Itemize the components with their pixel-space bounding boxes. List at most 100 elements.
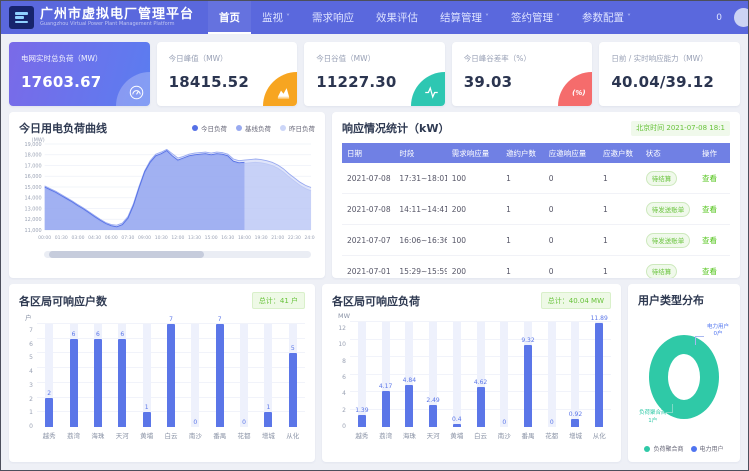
svg-text:12,000: 12,000 xyxy=(24,217,41,223)
legend-item-0[interactable]: 今日负荷 xyxy=(192,123,227,133)
x-tick-label: 白云 xyxy=(159,430,183,440)
svg-text:14,000: 14,000 xyxy=(24,196,41,202)
donut-legend-item-1[interactable]: 电力用户 xyxy=(691,444,724,453)
datazoom-thumb[interactable] xyxy=(49,251,204,258)
bar xyxy=(405,385,413,427)
nav-item-label: 需求响应 xyxy=(312,10,354,25)
bar-value-label: 5 xyxy=(275,345,311,352)
view-link[interactable]: 查看 xyxy=(702,205,717,214)
y-tick-label: 10 xyxy=(338,341,346,348)
kpi-card-peak-valley-rate: 今日峰谷差率（%）39.03(%) xyxy=(452,42,593,106)
legend-label: 电力用户 xyxy=(700,444,724,453)
y-tick-label: 8 xyxy=(342,358,346,365)
callout-line xyxy=(695,336,704,345)
legend-item-2[interactable]: 昨日负荷 xyxy=(280,123,315,133)
bar-column-3: 2.49 xyxy=(421,322,445,427)
bar-track xyxy=(548,322,556,427)
x-tick-label: 黄埔 xyxy=(134,430,158,440)
column-header-0: 日期 xyxy=(342,143,394,163)
donut-chart xyxy=(649,335,719,419)
nav-item-settlement-management[interactable]: 结算管理˅ xyxy=(429,1,500,34)
cell-invited: 1 xyxy=(501,225,544,256)
bar-column-4: 0.4 xyxy=(445,322,469,427)
app-header: 广州市虚拟电厂管理平台 Guangzhou Virtual Power Plan… xyxy=(1,1,748,34)
kpi-card-response-capability: 日前 / 实时响应能力（MW）40.04/39.12 xyxy=(599,42,740,106)
responsive-load-chart: MW 0246810121.394.174.842.490.44.6209.32… xyxy=(332,312,611,440)
bar-column-10: 5 xyxy=(281,324,305,427)
column-header-7: 操作 xyxy=(697,143,730,163)
nav-item-effect-evaluation[interactable]: 效果评估 xyxy=(365,1,429,34)
kpi-label: 日前 / 实时响应能力（MW） xyxy=(611,53,728,64)
datazoom-track[interactable] xyxy=(44,251,311,258)
y-tick-label: 6 xyxy=(342,374,346,381)
nav-item-label: 监视 xyxy=(262,10,283,25)
bar xyxy=(216,324,224,427)
bar-value-label: 11.89 xyxy=(581,315,617,322)
user-type-panel: 用户类型分布 电力用户 0户 负荷聚合商 1户 负荷聚合商电力用户 xyxy=(628,284,740,462)
x-axis: 越秀荔湾海珠天河黄埔白云南沙番禺花都增城从化 xyxy=(350,427,611,440)
kpi-card-today-valley: 今日谷值（MW）11227.30 xyxy=(304,42,445,106)
svg-text:10:30: 10:30 xyxy=(155,235,168,241)
chevron-down-icon: ˅ xyxy=(627,13,631,22)
svg-text:21:00: 21:00 xyxy=(271,235,284,241)
view-link[interactable]: 查看 xyxy=(702,267,717,276)
view-link[interactable]: 查看 xyxy=(702,174,717,183)
nav-item-demand-response[interactable]: 需求响应 xyxy=(301,1,365,34)
y-tick-label: 4 xyxy=(29,368,33,375)
bar xyxy=(382,391,390,427)
svg-text:07:30: 07:30 xyxy=(121,235,134,241)
y-tick-label: 4 xyxy=(342,390,346,397)
header-right: 0 xyxy=(716,8,740,27)
column-header-5: 应邀户数 xyxy=(598,143,641,163)
bar-column-6: 0 xyxy=(183,324,207,427)
y-tick-label: 3 xyxy=(29,382,33,389)
table-body: 2021-07-0817:31~18:01100101待结算查看2021-07-… xyxy=(342,163,730,278)
response-stats-title: 响应情况统计（kW） xyxy=(342,120,449,136)
kpi-card-today-peak: 今日峰值（MW）18415.52 xyxy=(157,42,298,106)
nav-item-home[interactable]: 首页 xyxy=(208,1,251,34)
x-tick-label: 增城 xyxy=(564,430,588,440)
svg-text:22:30: 22:30 xyxy=(288,235,301,241)
x-tick-label: 越秀 xyxy=(350,430,374,440)
view-link[interactable]: 查看 xyxy=(702,236,717,245)
app-title: 广州市虚拟电厂管理平台 xyxy=(40,8,194,22)
nav-item-contract-management[interactable]: 签约管理˅ xyxy=(500,1,571,34)
cell-responded_users: 1 xyxy=(598,163,641,194)
bar-column-0: 1.39 xyxy=(350,322,374,427)
user-avatar[interactable] xyxy=(734,8,749,27)
bar xyxy=(595,323,603,427)
cell-date: 2021-07-08 xyxy=(342,163,394,194)
app-logo-icon xyxy=(9,6,34,29)
bar-column-1: 4.17 xyxy=(374,322,398,427)
responsive-load-panel: 各区局可响应负荷 总计：40.04 MW MW 0246810121.394.1… xyxy=(322,284,621,462)
bar-column-8: 0 xyxy=(232,324,256,427)
bar xyxy=(143,412,151,427)
cell-action: 查看 xyxy=(697,163,730,194)
cell-date: 2021-07-08 xyxy=(342,194,394,225)
nav-item-label: 效果评估 xyxy=(376,10,418,25)
bar-column-5: 4.62 xyxy=(469,322,493,427)
y-axis-unit: MW xyxy=(338,312,611,320)
donut-legend-item-0[interactable]: 负荷聚合商 xyxy=(644,444,683,453)
callout-power-users: 电力用户 0户 xyxy=(707,324,729,339)
nav-item-monitoring[interactable]: 监视˅ xyxy=(251,1,301,34)
bar-column-5: 7 xyxy=(159,324,183,427)
bar xyxy=(524,345,532,427)
app-subtitle: Guangzhou Virtual Power Plant Management… xyxy=(40,22,194,28)
main-nav: 首页监视˅需求响应效果评估结算管理˅签约管理˅参数配置˅ xyxy=(208,1,716,34)
svg-text:13:30: 13:30 xyxy=(188,235,201,241)
load-curve-panel: 今日用电负荷曲线 今日负荷基线负荷昨日负荷 (MW)11,00012,00013… xyxy=(9,112,325,278)
bar xyxy=(358,415,366,427)
table-row: 2021-07-0115:29~15:59200101待结算查看 xyxy=(342,256,730,279)
notification-count[interactable]: 0 xyxy=(716,13,722,23)
bar xyxy=(70,339,78,427)
nav-item-parameter-config[interactable]: 参数配置˅ xyxy=(571,1,642,34)
x-tick-label: 从化 xyxy=(587,430,611,440)
cell-action: 查看 xyxy=(697,225,730,256)
legend-dot-icon xyxy=(236,125,242,131)
response-table: 日期时段需求响应量邀约户数应邀响应量应邀户数状态操作 2021-07-0817:… xyxy=(342,143,730,278)
cell-period: 15:29~15:59 xyxy=(394,256,446,279)
y-tick-label: 6 xyxy=(29,341,33,348)
y-axis: 01234567 xyxy=(19,327,37,430)
legend-item-1[interactable]: 基线负荷 xyxy=(236,123,271,133)
